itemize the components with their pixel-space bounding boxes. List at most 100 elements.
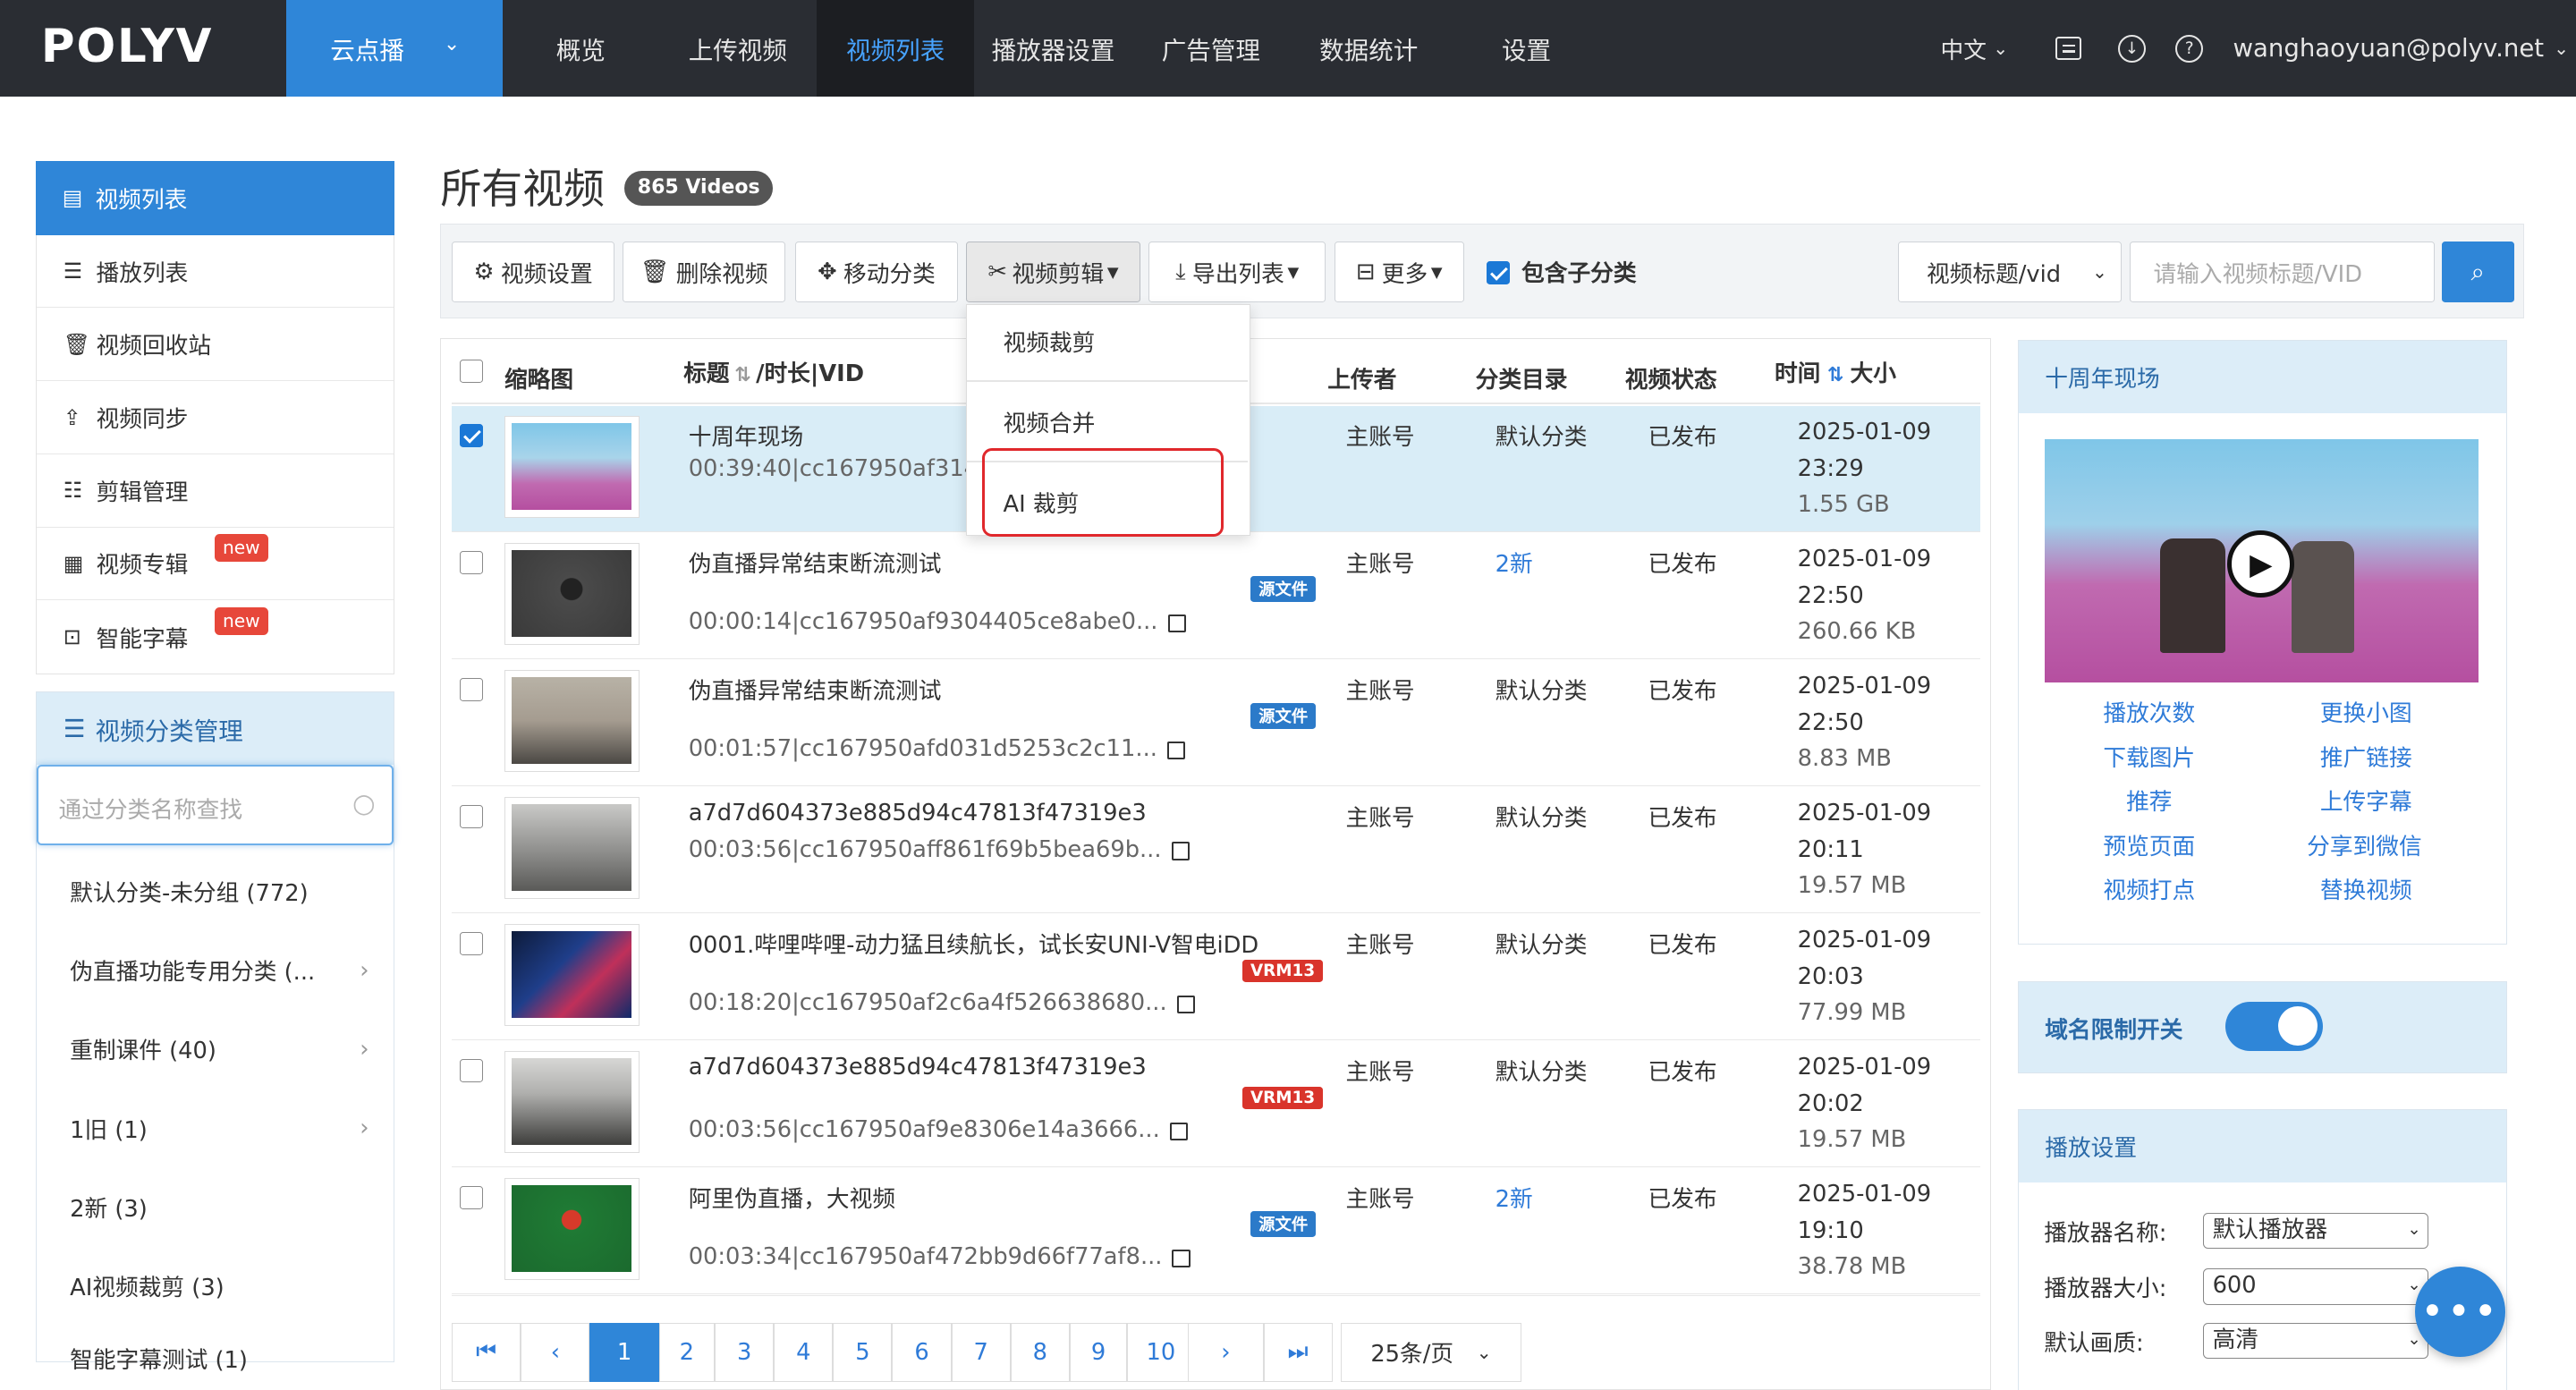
last-page-button[interactable]: ⏭ (1263, 1322, 1333, 1382)
category[interactable]: 2新 (1496, 546, 1533, 579)
polyv-logo[interactable]: POLYV (41, 20, 213, 73)
preview-link[interactable]: 更换小图 (2320, 695, 2412, 728)
video-thumbnail[interactable] (504, 1050, 640, 1153)
table-row[interactable] (452, 1041, 1980, 1168)
sidebar-item-clip-manage[interactable]: ☷ 剪辑管理 (37, 454, 394, 528)
sort-icon[interactable]: ⇅ (734, 364, 750, 386)
product-switcher[interactable]: 云点播 ⌄ (285, 0, 504, 97)
preview-link[interactable]: 预览页面 (2103, 828, 2195, 861)
video-title[interactable]: a7d7d604373e885d94c47813f47319e3 (689, 800, 1147, 826)
category-item[interactable]: 重制课件 (40) › (37, 1010, 392, 1089)
move-category-button[interactable]: ✥ 移动分类 (795, 242, 958, 302)
video-title[interactable]: 伪直播异常结束断流测试 (689, 546, 942, 579)
category-item[interactable]: AI视频裁剪 (3) (37, 1246, 392, 1325)
domain-restrict-toggle[interactable] (2225, 1001, 2323, 1051)
nav-player-settings[interactable]: 播放器设置 (974, 0, 1131, 97)
page-button[interactable]: 7 (951, 1322, 1011, 1382)
preview-link[interactable]: 分享到微信 (2307, 828, 2422, 861)
download-icon[interactable]: ↓ (2117, 0, 2147, 97)
preview-link[interactable]: 播放次数 (2103, 695, 2195, 728)
table-row[interactable] (452, 660, 1980, 787)
page-button[interactable]: 1 (589, 1322, 659, 1382)
copy-icon[interactable] (1172, 1249, 1191, 1267)
video-title[interactable]: a7d7d604373e885d94c47813f47319e3 (689, 1054, 1147, 1081)
notes-icon[interactable] (2055, 0, 2082, 97)
play-icon[interactable]: ▶ (2227, 530, 2295, 598)
header-title[interactable]: 标题 ⇅ /时长|VID (683, 355, 864, 388)
video-thumbnail[interactable] (504, 542, 640, 645)
video-title[interactable]: 十周年现场 (689, 419, 804, 452)
nav-overview[interactable]: 概览 (503, 0, 659, 97)
page-button[interactable]: 3 (715, 1322, 775, 1382)
category[interactable]: 2新 (1496, 1181, 1533, 1214)
page-button[interactable]: 10 (1127, 1322, 1195, 1382)
copy-icon[interactable] (1166, 741, 1186, 759)
table-row[interactable] (452, 787, 1980, 914)
video-title[interactable]: 阿里伪直播，大视频 (689, 1181, 895, 1214)
include-subcategory-checkbox[interactable] (1487, 261, 1511, 284)
copy-icon[interactable] (1176, 995, 1195, 1013)
sidebar-item-subtitle[interactable]: ⊡ 智能字幕 new (37, 600, 393, 674)
row-checkbox[interactable] (460, 1185, 484, 1209)
preview-video[interactable]: ▶ (2045, 439, 2479, 683)
video-thumbnail[interactable] (504, 1177, 640, 1280)
default-quality-select[interactable]: 高清 ⌄ (2203, 1322, 2429, 1360)
page-button[interactable]: 9 (1069, 1322, 1128, 1382)
preview-link[interactable]: 推荐 (2126, 784, 2172, 817)
copy-icon[interactable] (1171, 842, 1190, 860)
category-item[interactable]: 1旧 (1) › (37, 1089, 392, 1167)
video-settings-button[interactable]: ⚙ 视频设置 (452, 242, 615, 302)
row-checkbox[interactable] (460, 931, 484, 955)
chevron-right-icon[interactable]: › (360, 1115, 369, 1141)
preview-link[interactable]: 替换视频 (2320, 872, 2412, 905)
table-row[interactable] (452, 533, 1980, 660)
delete-video-button[interactable]: 🗑 删除视频 (623, 242, 786, 302)
search-input[interactable]: 请输入视频标题/VID (2129, 242, 2436, 302)
copy-icon[interactable] (1169, 1122, 1188, 1140)
more-button[interactable]: ⊟ 更多 ▼ (1334, 242, 1464, 302)
menu-item-video-merge[interactable]: 视频合并 (1004, 405, 1096, 438)
sidebar-item-sync[interactable]: ⇪ 视频同步 (37, 381, 394, 454)
chevron-right-icon[interactable]: › (360, 957, 369, 984)
player-size-select[interactable]: 600 ⌄ (2203, 1268, 2429, 1305)
page-button[interactable]: 6 (892, 1322, 952, 1382)
category-item[interactable]: 默认分类-未分组 (772) (37, 852, 392, 931)
video-thumbnail[interactable] (504, 923, 640, 1026)
sidebar-item-video-list[interactable]: ▤ 视频列表 (36, 161, 394, 235)
video-clip-button[interactable]: ✂ 视频剪辑 ▼ (966, 242, 1140, 302)
page-button[interactable]: 5 (833, 1322, 893, 1382)
search-button[interactable]: ⌕ (2441, 242, 2514, 302)
category-item[interactable]: 智能字幕测试 (1) (37, 1326, 392, 1375)
video-thumbnail[interactable] (504, 796, 640, 899)
menu-item-video-trim[interactable]: 视频裁剪 (1004, 325, 1096, 358)
per-page-select[interactable]: 25条/页 ⌄ (1340, 1322, 1522, 1382)
table-row[interactable] (452, 1168, 1980, 1295)
nav-stats[interactable]: 数据统计 (1290, 0, 1447, 97)
select-all-checkbox[interactable] (460, 360, 484, 383)
first-page-button[interactable]: ⏮ (452, 1322, 521, 1382)
preview-link[interactable]: 下载图片 (2103, 740, 2195, 773)
category-item[interactable]: 伪直播功能专用分类 (... › (37, 931, 392, 1010)
chevron-right-icon[interactable]: › (360, 1036, 369, 1063)
preview-link[interactable]: 视频打点 (2103, 872, 2195, 905)
video-thumbnail[interactable] (504, 415, 640, 518)
category-item[interactable]: 2新 (3) (37, 1167, 392, 1246)
page-button[interactable]: 8 (1010, 1322, 1070, 1382)
video-title[interactable]: 伪直播异常结束断流测试 (689, 673, 942, 706)
copy-icon[interactable] (1167, 614, 1186, 632)
sidebar-item-playlist[interactable]: ☰ 播放列表 (37, 235, 394, 309)
prev-page-button[interactable]: ‹ (521, 1322, 590, 1382)
row-checkbox[interactable] (460, 677, 484, 701)
nav-settings[interactable]: 设置 (1447, 0, 1605, 97)
sidebar-item-album[interactable]: ▦ 视频专辑 new (37, 528, 394, 601)
row-checkbox[interactable] (460, 1058, 484, 1082)
preview-link[interactable]: 上传字幕 (2320, 784, 2412, 817)
export-list-button[interactable]: ⤓ 导出列表 ▼ (1148, 242, 1326, 302)
page-button[interactable]: 2 (658, 1322, 716, 1382)
language-switch[interactable]: 中文 ⌄ (1940, 0, 2008, 97)
player-name-select[interactable]: 默认播放器 ⌄ (2203, 1212, 2429, 1250)
row-checkbox[interactable] (460, 550, 484, 574)
row-checkbox[interactable] (460, 804, 484, 828)
category-search-input[interactable]: 通过分类名称查找 ○ (37, 765, 394, 846)
nav-upload[interactable]: 上传视频 (659, 0, 817, 97)
